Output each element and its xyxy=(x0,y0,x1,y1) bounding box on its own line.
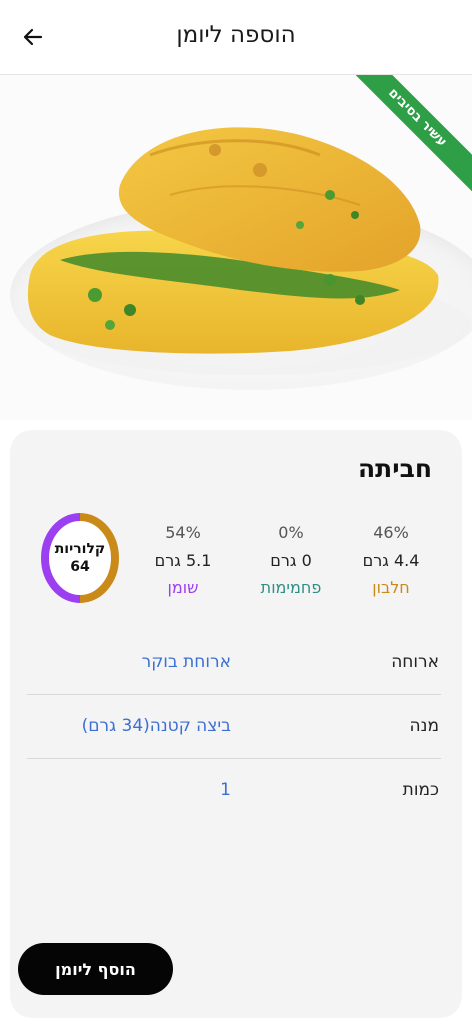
calories-label: קלוריות xyxy=(54,541,106,557)
serving-value[interactable]: ביצה קטנה(34 גרם) xyxy=(82,716,231,736)
macro-protein: 46% 4.4 גרם חלבון xyxy=(346,522,436,600)
quantity-label: כמות xyxy=(402,780,439,800)
protein-amount: 4.4 גרם xyxy=(362,551,420,570)
meal-value[interactable]: ארוחת בוקר xyxy=(142,652,231,672)
calories-value: 64 xyxy=(70,559,90,575)
fat-percent: 54% xyxy=(165,523,201,542)
carbs-amount: 0 גרם xyxy=(270,551,312,570)
carbs-label: פחמימות xyxy=(260,578,322,597)
carbs-percent: 0% xyxy=(278,523,304,542)
page-title: הוספה ליומן xyxy=(176,22,296,48)
app-header: הוספה ליומן xyxy=(0,0,472,75)
quantity-value[interactable]: 1 xyxy=(220,780,231,800)
meal-label: ארוחה xyxy=(391,652,439,672)
protein-label: חלבון xyxy=(372,578,410,597)
macro-carbs: 0% 0 גרם פחמימות xyxy=(246,522,336,600)
food-name: חביתה xyxy=(357,454,432,483)
calories-ring: קלוריות 64 xyxy=(38,510,122,606)
macro-fat: 54% 5.1 גרם שומן xyxy=(138,522,228,600)
add-to-diary-button[interactable]: הוסף ליומן xyxy=(18,943,173,995)
meal-row[interactable]: ארוחה ארוחת בוקר xyxy=(27,630,441,695)
quantity-row[interactable]: כמות 1 xyxy=(27,758,441,822)
fat-amount: 5.1 גרם xyxy=(154,551,212,570)
protein-percent: 46% xyxy=(373,523,409,542)
food-image xyxy=(0,75,472,420)
food-details-card: חביתה 46% 4.4 גרם חלבון 0% 0 גרם פחמימות… xyxy=(10,430,462,1018)
serving-row[interactable]: מנה ביצה קטנה(34 גרם) xyxy=(27,694,441,759)
fat-label: שומן xyxy=(167,578,199,597)
serving-label: מנה xyxy=(409,716,439,736)
